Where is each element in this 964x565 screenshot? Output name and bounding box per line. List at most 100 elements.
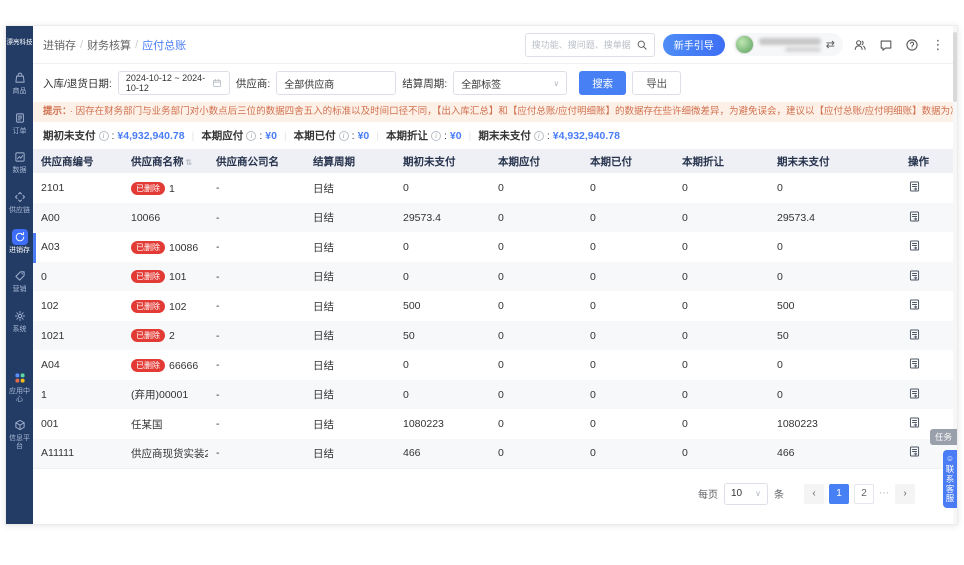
sidebar-item-inventory[interactable]: 进销存 (6, 228, 33, 255)
next-page-button[interactable]: › (895, 483, 915, 504)
table-row[interactable]: 0 已删除 101 - 日结 0 0 0 0 0 (33, 261, 957, 292)
breadcrumb-separator: / (135, 38, 139, 51)
info-icon[interactable]: i (431, 130, 441, 141)
detail-icon[interactable] (908, 210, 921, 223)
sidebar-item-chart[interactable]: 数据 (6, 149, 33, 175)
page-button-2[interactable]: 2 (854, 483, 874, 504)
global-search-input[interactable]: 搜功能、搜问题、搜单据 (524, 32, 655, 57)
column-header[interactable]: 供应商名称 ⇅ (123, 149, 208, 174)
cell-period: 日结 (313, 389, 334, 402)
info-icon[interactable]: i (533, 130, 544, 141)
detail-icon[interactable] (908, 180, 921, 193)
supplier-value: 全部供应商 (284, 79, 335, 91)
cell-current-paid: 0 (590, 418, 596, 431)
summary-separator: | (376, 129, 379, 142)
detail-icon[interactable] (908, 445, 921, 458)
info-icon[interactable]: i (98, 130, 109, 141)
service-tab-label: 联系客服 (945, 464, 955, 504)
info-icon[interactable]: i (338, 130, 349, 141)
table-row[interactable]: 2101 已删除 1 - 日结 0 0 0 0 0 (33, 173, 957, 203)
breadcrumb-item[interactable]: 进销存 (43, 37, 76, 53)
detail-icon[interactable] (908, 298, 921, 311)
task-side-tab[interactable]: 任务 (929, 429, 957, 445)
cell-current-payable: 0 (498, 329, 504, 342)
sidebar-item-bag[interactable]: 商品 (6, 70, 33, 96)
date-range-input[interactable]: 2024-10-12 ~ 2024-10-12 (117, 71, 230, 95)
cell-current-discount: 0 (682, 388, 688, 401)
cell-current-discount: 0 (682, 329, 688, 342)
deleted-badge: 已删除 (131, 299, 165, 313)
detail-icon[interactable] (908, 239, 921, 252)
table-row[interactable]: 1021 已删除 2 - 日结 50 0 0 0 50 (33, 320, 957, 351)
cell-supplier-name: 已删除 2 (123, 321, 208, 351)
inventory-icon (11, 228, 28, 245)
info-icon[interactable]: i (246, 130, 257, 141)
scrollbar-thumb[interactable] (953, 32, 957, 102)
table-row[interactable]: 001 已删除任某国 - 日结 1080223 0 0 0 1080223 (33, 409, 957, 439)
cell-opening-unpaid: 29573.4 (403, 211, 441, 224)
sidebar-item-supply[interactable]: 供应链 (6, 189, 33, 215)
cell-current-payable: 0 (498, 359, 504, 372)
breadcrumb-current: 应付总账 (142, 39, 187, 52)
table-row[interactable]: A11111 已删除供应商现货实装2333 - 日结 466 0 0 0 466 (33, 438, 957, 469)
cell-current-payable: 0 (498, 300, 504, 313)
detail-icon[interactable] (908, 416, 921, 429)
detail-icon[interactable] (908, 357, 921, 370)
table-row[interactable]: A00 已删除10066 - 日结 29573.4 0 0 0 29573.4 (33, 202, 957, 233)
supplier-input[interactable]: 全部供应商 (276, 71, 397, 95)
cell-current-payable: 0 (498, 447, 504, 460)
pages-ellipsis[interactable]: ⋯ (879, 488, 890, 499)
table-body: 2101 已删除1 - 日结 0 0 0 0 0 A00 已删除10066 - … (33, 173, 957, 469)
search-button[interactable]: 搜索 (579, 71, 627, 95)
summary-item: 期末未支付 i : ¥4,932,940.78 (478, 129, 620, 143)
per-page-select[interactable]: 10 ∨ (724, 482, 768, 505)
cell-supplier-code: 1021 (41, 329, 65, 342)
supplier-filter-label: 供应商: (235, 77, 271, 90)
chevron-down-icon: ∨ (553, 78, 560, 88)
table-row[interactable]: 1 已删除(弃用)00001 - 日结 0 0 0 0 0 (33, 379, 957, 410)
sidebar-item-cube[interactable]: 信息平台 (6, 417, 33, 450)
period-select[interactable]: 全部标签 ∨ (453, 71, 568, 95)
switch-account-icon[interactable]: ⇄ (826, 38, 835, 51)
cell-closing-unpaid: 0 (777, 388, 783, 401)
newbie-guide-button[interactable]: 新手引导 (662, 33, 725, 56)
column-header: 本期已付 (582, 149, 674, 174)
search-icon (636, 39, 648, 51)
table-row[interactable]: 102 已删除 102 - 日结 500 0 0 0 500 (33, 291, 957, 321)
supply-icon (12, 189, 28, 205)
column-header: 操作 (900, 149, 957, 174)
export-button[interactable]: 导出 (632, 71, 682, 95)
more-menu-icon[interactable]: ⋮ (929, 36, 947, 54)
table-row[interactable]: A03 已删除 10086 - 日结 0 0 0 0 0 (33, 232, 957, 262)
prev-page-button[interactable]: ‹ (804, 483, 824, 504)
cell-supplier-code: A03 (41, 241, 60, 254)
cell-opening-unpaid: 0 (403, 241, 409, 254)
sidebar-items: 商品 订单 数据 供应链 进销存 营销 系统 应用中心 信息平台 (6, 56, 33, 451)
filter-bar: 入库/退货日期: 2024-10-12 ~ 2024-10-12 供应商: 全部… (33, 64, 957, 102)
column-header: 供应商公司名 (208, 149, 305, 174)
sidebar-item-order[interactable]: 订单 (6, 110, 33, 136)
detail-icon[interactable] (908, 387, 921, 400)
contacts-icon[interactable] (851, 36, 869, 54)
sort-icon[interactable]: ⇅ (186, 158, 193, 167)
help-icon[interactable] (903, 36, 921, 54)
customer-service-tab[interactable]: ☺ 联系客服 (943, 450, 957, 509)
search-placeholder: 搜功能、搜问题、搜单据 (531, 40, 631, 50)
page-button-1[interactable]: 1 (829, 483, 849, 504)
sidebar-item-gear[interactable]: 系统 (6, 308, 33, 334)
sidebar-item-tag[interactable]: 营销 (6, 268, 33, 294)
messages-icon[interactable] (877, 36, 895, 54)
tag-icon (12, 268, 28, 284)
cell-company: - (216, 300, 220, 313)
payable-ledger-table: 供应商编号 供应商名称 ⇅ 供应商公司名 结算周期 期初未支付 本期应付 本期已付 本期折让 期末… (33, 149, 957, 469)
sidebar-item-apps[interactable]: 应用中心 (6, 370, 33, 403)
table-row[interactable]: A04 已删除 66666 - 日结 0 0 0 0 0 (33, 350, 957, 380)
avatar[interactable] (734, 35, 754, 54)
user-account[interactable]: ⇄ (732, 33, 843, 56)
date-filter-label: 入库/退货日期: (43, 77, 112, 90)
cell-opening-unpaid: 0 (403, 388, 409, 401)
app-logo: 漂亮科技 (6, 39, 33, 46)
detail-icon[interactable] (908, 269, 921, 282)
detail-icon[interactable] (908, 328, 921, 341)
breadcrumb-item[interactable]: 财务核算 (87, 37, 131, 53)
